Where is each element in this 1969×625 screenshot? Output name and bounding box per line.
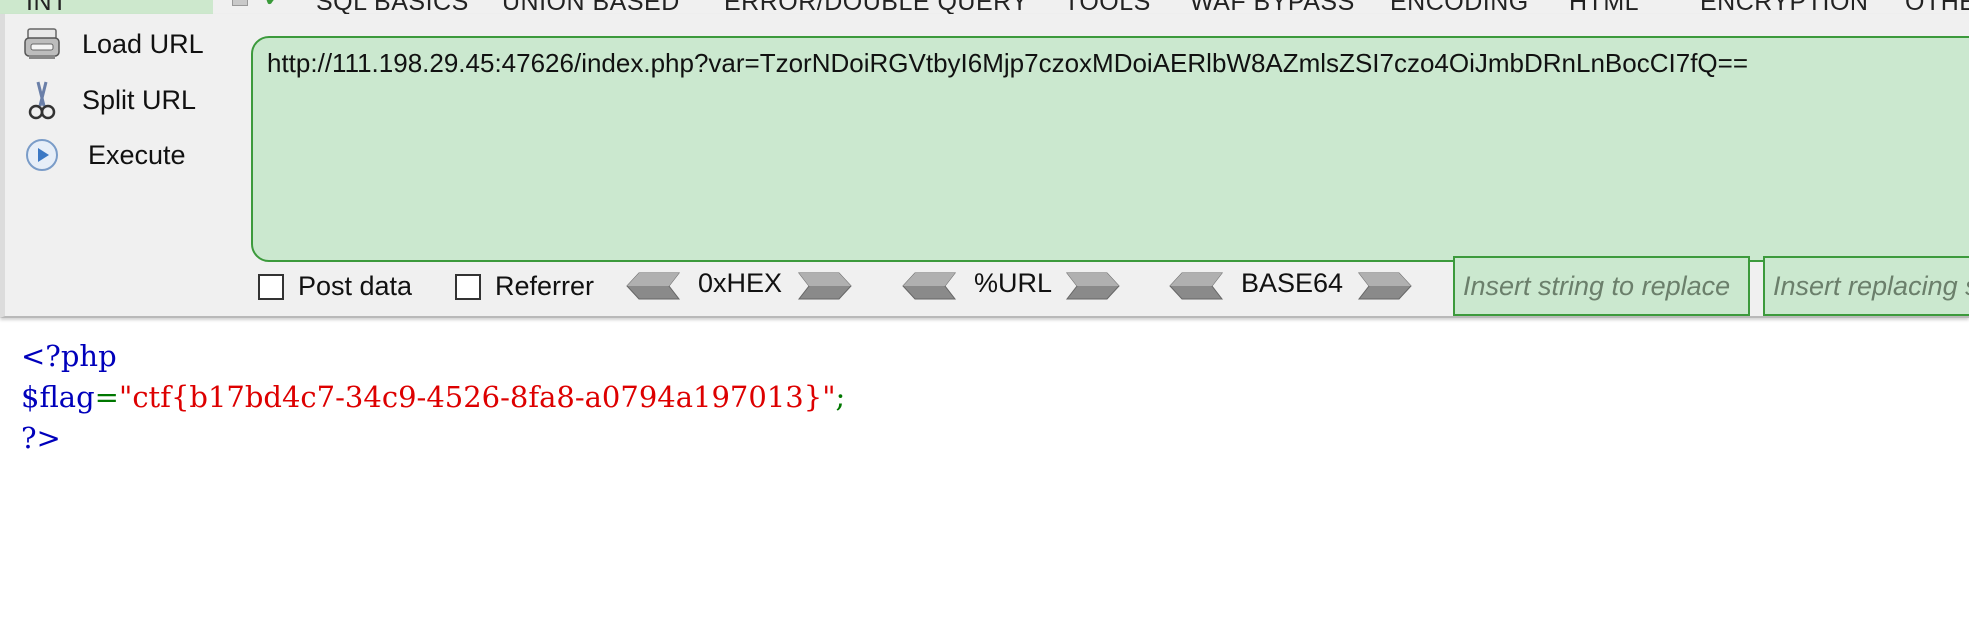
menu-encryption[interactable]: ENCRYPTION <box>1700 0 1868 14</box>
php-source: <?php $flag="ctf{b17bd4c7-34c9-4526-8fa8… <box>21 336 845 459</box>
hex-decode-arrow-icon[interactable] <box>625 271 681 301</box>
hex-encode-arrow-icon[interactable] <box>797 271 853 301</box>
menu-tools[interactable]: TOOLS <box>1064 0 1151 14</box>
replacing-string-placeholder: Insert replacing string <box>1773 271 1969 301</box>
semicolon: ; <box>835 380 846 414</box>
menu-encoding[interactable]: ENCODING <box>1390 0 1529 14</box>
base64-decode-arrow-icon[interactable] <box>1168 271 1224 301</box>
php-open-tag: <?php <box>21 339 117 373</box>
replace-string-placeholder: Insert string to replace <box>1463 271 1731 301</box>
url-value: http://111.198.29.45:47626/index.php?var… <box>267 48 1749 78</box>
flag-value: ctf{b17bd4c7-34c9-4526-8fa8-a0794a197013… <box>132 380 823 414</box>
php-close-tag: ?> <box>21 421 61 455</box>
menu-dropdown-icon[interactable] <box>232 0 248 6</box>
hackbar-menu: INT ✔ SQL BASICS UNION BASED ERROR/DOUBL… <box>0 0 1969 14</box>
load-url-button[interactable]: Load URL <box>22 20 222 68</box>
load-url-icon <box>22 24 62 64</box>
referrer-label: Referrer <box>495 271 595 301</box>
base64-label: BASE64 <box>1241 268 1344 298</box>
url-encode-arrow-icon[interactable] <box>1065 271 1121 301</box>
flag-variable: $flag <box>21 380 95 414</box>
post-data-box[interactable] <box>258 273 284 300</box>
menu-sql-basics[interactable]: SQL BASICS <box>316 0 469 14</box>
check-icon: ✔ <box>264 0 282 12</box>
load-url-label: Load URL <box>82 28 204 59</box>
referrer-box[interactable] <box>455 273 481 300</box>
post-data-label: Post data <box>298 271 413 301</box>
replace-string-input[interactable]: Insert string to replace <box>1453 256 1750 316</box>
hackbar-panel: Load URL Split URL Execute http://111.19… <box>0 14 1969 318</box>
split-url-label: Split URL <box>82 84 197 115</box>
split-url-button[interactable]: Split URL <box>22 76 222 124</box>
menu-union-based[interactable]: UNION BASED <box>502 0 680 14</box>
assign-operator: = <box>94 380 119 414</box>
quote-open: " <box>118 380 133 414</box>
scissors-icon <box>22 80 62 120</box>
menu-html[interactable]: HTML <box>1569 0 1639 14</box>
menu-other[interactable]: OTHER <box>1905 0 1969 14</box>
execute-button[interactable]: Execute <box>22 131 222 179</box>
menu-waf-bypass[interactable]: WAF BYPASS <box>1190 0 1355 14</box>
referrer-checkbox[interactable]: Referrer <box>455 271 594 302</box>
url-decode-arrow-icon[interactable] <box>901 271 957 301</box>
menu-error-double-query[interactable]: ERROR/DOUBLE QUERY <box>724 0 1028 14</box>
hex-label: 0xHEX <box>698 268 783 298</box>
post-data-checkbox[interactable]: Post data <box>258 271 412 302</box>
url-field[interactable]: http://111.198.29.45:47626/index.php?var… <box>251 36 1969 262</box>
base64-encode-arrow-icon[interactable] <box>1357 271 1413 301</box>
quote-close: " <box>822 380 836 414</box>
execute-label: Execute <box>88 139 186 170</box>
flag-line: $flag="ctf{b17bd4c7-34c9-4526-8fa8-a0794… <box>21 377 845 418</box>
menu-int[interactable]: INT <box>0 0 213 14</box>
replacing-string-input[interactable]: Insert replacing string <box>1763 256 1969 316</box>
url-label: %URL <box>974 268 1053 298</box>
play-icon <box>22 135 62 175</box>
